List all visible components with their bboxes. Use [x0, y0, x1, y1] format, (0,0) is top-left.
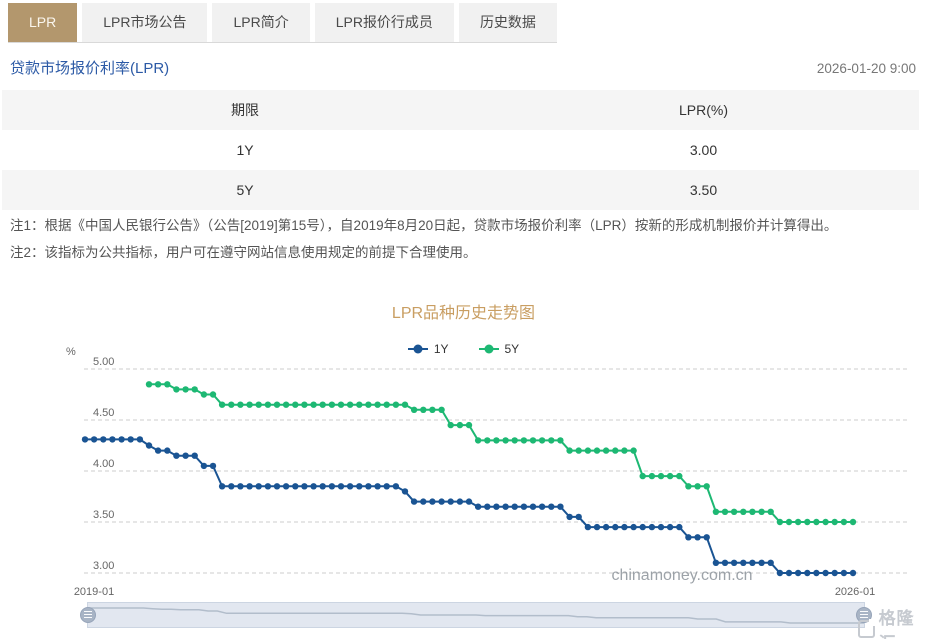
chart-datazoom-slider[interactable] [87, 602, 865, 628]
svg-text:2019-01: 2019-01 [74, 586, 114, 598]
rate-5y: 3.50 [488, 182, 919, 198]
table-row-1y: 1Y 3.00 [2, 130, 919, 170]
svg-text:%: % [66, 346, 76, 358]
tab-bar: LPR LPR市场公告 LPR简介 LPR报价行成员 历史数据 [8, 3, 557, 43]
tab-lpr-quoting-banks[interactable]: LPR报价行成员 [315, 3, 454, 42]
page-title: 贷款市场报价利率(LPR) [10, 57, 169, 78]
tab-lpr-intro[interactable]: LPR简介 [212, 3, 309, 42]
svg-text:5.00: 5.00 [93, 356, 114, 368]
chart-title: LPR品种历史走势图 [0, 299, 927, 323]
table-row-5y: 5Y 3.50 [2, 170, 919, 210]
svg-text:4.50: 4.50 [93, 407, 114, 419]
lpr-page: LPR LPR市场公告 LPR简介 LPR报价行成员 历史数据 贷款市场报价利率… [0, 0, 927, 639]
term-1y: 1Y [2, 142, 488, 158]
svg-text:3.00: 3.00 [93, 560, 114, 572]
gelonghui-logo-text: 格隆汇 [879, 604, 927, 639]
datazoom-left-handle-icon[interactable] [80, 607, 96, 623]
lpr-history-chart: 5.00 4.50 4.00 3.50 3.00% 2019-01 2026-01 china… [0, 330, 927, 605]
term-5y: 5Y [2, 182, 488, 198]
gelonghui-logo-icon [858, 620, 875, 638]
tab-historical-data[interactable]: 历史数据 [459, 3, 557, 42]
gelonghui-logo: 格隆汇 [858, 604, 927, 639]
svg-text:2026-01: 2026-01 [835, 586, 875, 598]
lpr-rate-table: 期限 LPR(%) 1Y 3.00 5Y 3.50 [2, 90, 919, 210]
tab-lpr[interactable]: LPR [8, 3, 77, 42]
table-header-row: 期限 LPR(%) [2, 90, 919, 130]
rate-1y: 3.00 [488, 142, 919, 158]
tab-lpr-market-notice[interactable]: LPR市场公告 [82, 3, 207, 42]
svg-text:4.00: 4.00 [93, 458, 114, 470]
column-header-rate: LPR(%) [488, 102, 919, 118]
svg-text:3.50: 3.50 [93, 509, 114, 521]
column-header-term: 期限 [2, 100, 488, 120]
footnote-2: 注2：该指标为公共指标，用户可在遵守网站信息使用规定的前提下合理使用。 [10, 239, 915, 266]
svg-text:chinamoney.com.cn: chinamoney.com.cn [611, 567, 752, 584]
footnotes: 注1：根据《中国人民银行公告》（公告[2019]第15号），自2019年8月20… [10, 212, 915, 266]
footnote-1: 注1：根据《中国人民银行公告》（公告[2019]第15号），自2019年8月20… [10, 212, 915, 239]
datazoom-preview [88, 603, 864, 627]
title-row: 贷款市场报价利率(LPR) 2026-01-20 9:00 [10, 57, 916, 78]
quote-timestamp: 2026-01-20 9:00 [817, 61, 916, 76]
